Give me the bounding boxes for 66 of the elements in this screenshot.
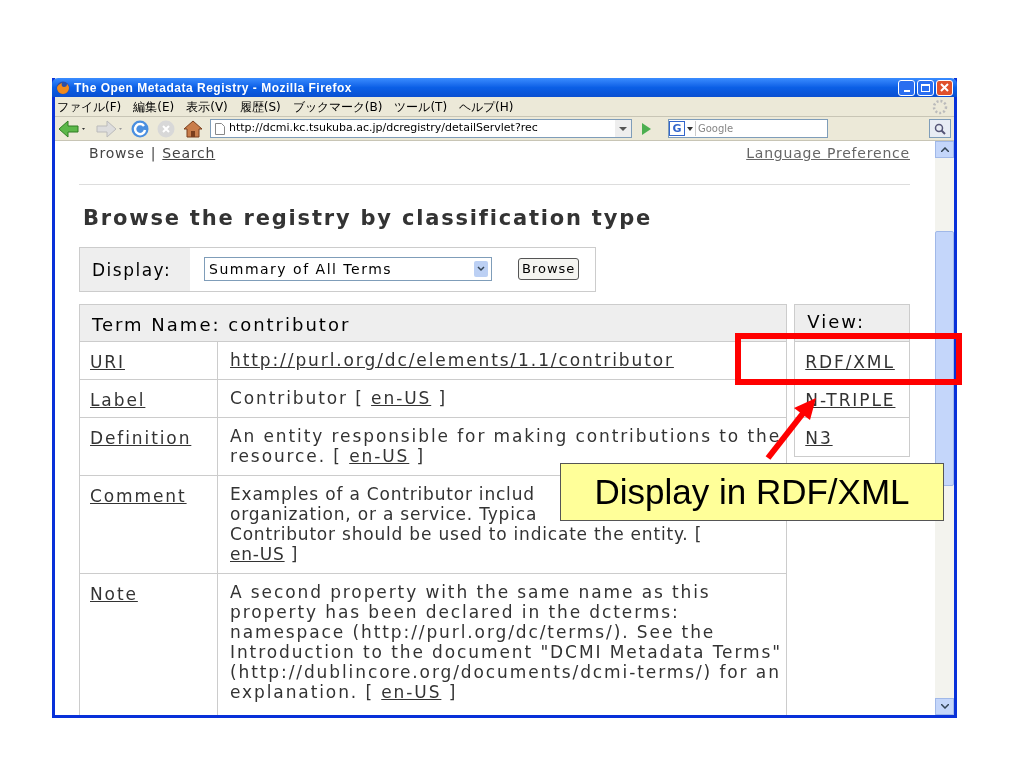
menu-item[interactable]: ブックマーク(B) [292,97,383,116]
window-title: The Open Metadata Registry - Mozilla Firefox [74,79,353,97]
menu-item[interactable]: 表示(V) [186,97,228,116]
cell-text: A second property with the same name as this property has been declared in the dcterms: namespace (http://purl.org/dc/terms/). See the Introduction to the document "DCMI Metadata Terms" (http://dublincore.org/documents/dcmi-terms/) for an explanation. [ en-US ] [230,581,783,702]
cell-text-line: Contributor should be used to indicate the entity. [ [230,523,703,544]
throbber-icon [932,98,948,115]
stop-icon [156,118,176,139]
format-link[interactable]: N-TRIPLE [805,389,896,410]
search-button[interactable] [929,119,951,138]
browse-button[interactable]: Browse [518,258,580,280]
property-link[interactable]: URI [90,351,125,372]
property-link[interactable]: Label [90,389,146,410]
scroll-down-button[interactable] [935,698,954,715]
language-link[interactable]: en-US [349,445,410,466]
nav-current: Browse [89,144,145,163]
cell-text-line: en-US ] [230,543,299,564]
home-icon [182,118,204,139]
dropdown-icon [474,261,488,277]
select-value: Summary of All Terms [209,259,394,279]
page-heading: Browse the registry by classification type [82,205,654,232]
callout: Display in RDF/XML [560,463,944,521]
display-label: Display: [80,247,190,291]
search-link[interactable]: Search [162,143,216,164]
firefox-icon [56,80,70,95]
uri-link[interactable]: http://purl.org/dc/elements/1.1/contributor [230,349,674,370]
cell-text: An entity responsible for making contributions to the resource. [ en-US ] [230,425,783,466]
cell-text-line: Examples of a Contributor includ [230,483,535,504]
nav-separator: | [150,144,157,164]
caret-icon [687,126,693,131]
format-link[interactable]: N3 [805,427,833,448]
property-link[interactable]: Comment [90,485,187,506]
minimize-button[interactable] [898,79,915,96]
back-arrow-icon [58,119,88,138]
caret-icon [940,147,949,152]
menu-item[interactable]: ファイル(F) [57,97,122,116]
page-icon [215,122,225,135]
google-icon: G [669,121,685,136]
caret-icon [940,704,949,709]
menu-item[interactable]: ツール(T) [394,97,448,116]
reload-icon [130,118,150,139]
address-text: http://dcmi.kc.tsukuba.ac.jp/dcregistry/detailServlet?rec [229,120,539,137]
term-header: Term Name: contributor [80,304,787,342]
display-select[interactable]: Summary of All Terms [204,257,492,281]
scroll-up-button[interactable] [935,141,954,158]
scroll-thumb[interactable] [935,231,954,486]
close-button[interactable] [936,79,953,96]
property-link[interactable]: Note [90,583,138,604]
dropdown-icon [615,120,631,137]
close-icon [940,83,949,92]
menu-item[interactable]: ヘルプ(H) [459,97,514,116]
maximize-button[interactable] [917,79,934,96]
language-link[interactable]: en-US [381,681,442,702]
search-field[interactable]: Google [695,121,827,136]
format-link[interactable]: RDF/XML [805,351,895,372]
menu-item[interactable]: 編集(E) [133,97,175,116]
cell-text: Contributor [ en-US ] [230,387,449,408]
search-bar[interactable]: G Google [668,119,828,138]
language-link[interactable]: en-US [230,543,285,564]
language-link[interactable]: en-US [371,387,432,408]
property-link[interactable]: Definition [90,427,192,448]
address-bar[interactable]: http://dcmi.kc.tsukuba.ac.jp/dcregistry/detailServlet?rec [210,119,632,138]
cell-text-line: organization, or a service. Typica [230,503,538,524]
search-icon [934,122,946,135]
menu-item[interactable]: 履歴(S) [239,97,281,116]
forward-arrow-icon [94,119,124,138]
language-preference-link[interactable]: Language Preference [746,143,910,164]
